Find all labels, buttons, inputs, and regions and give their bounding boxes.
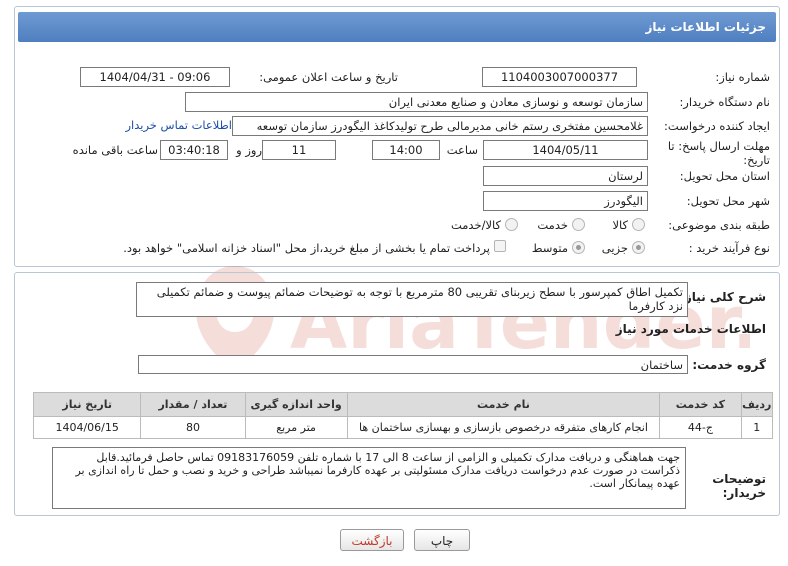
need-number-field[interactable]: 1104003007000377	[482, 67, 637, 87]
category-radio-goods[interactable]	[632, 218, 645, 231]
buyer-org-label: نام دستگاه خریدار:	[679, 95, 770, 109]
purchase-radio-medium[interactable]	[572, 241, 585, 254]
purchase-option-minor: جزیی	[601, 241, 628, 255]
col-date: تاریخ نیاز	[32, 392, 142, 417]
city-label: شهر محل تحویل:	[686, 194, 770, 208]
deadline-label: مهلت ارسال پاسخ: تا تاریخ:	[667, 139, 770, 167]
cell-unit: متر مربع	[244, 416, 348, 439]
province-label: استان محل تحویل:	[679, 169, 770, 183]
requester-label: ایجاد کننده درخواست:	[664, 119, 770, 133]
days-remaining-field[interactable]: 11	[262, 140, 336, 160]
announce-datetime-label: تاریخ و ساعت اعلان عمومی:	[259, 70, 398, 84]
buyer-org-field[interactable]: سازمان توسعه و نوسازی معادن و صنایع معدن…	[185, 92, 648, 112]
services-section-title: اطلاعات خدمات مورد نیاز	[615, 322, 766, 336]
cell-code: ج-44	[659, 416, 742, 439]
buyer-contact-link[interactable]: اطلاعات تماس خریدار	[110, 118, 232, 132]
col-name: نام خدمت	[346, 392, 661, 417]
services-table: ردیف کد خدمت نام خدمت واحد اندازه گیری ت…	[32, 392, 774, 439]
deadline-time-field[interactable]: 14:00	[372, 140, 440, 160]
treasury-payment-note: پرداخت تمام یا بخشی از مبلغ خرید،از محل …	[123, 241, 490, 255]
requester-field[interactable]: غلامحسین مفتخری رستم خانی مدیرمالی طرح ت…	[232, 116, 648, 136]
province-field[interactable]: لرستان	[483, 166, 648, 186]
cell-date: 1404/06/15	[32, 416, 142, 439]
print-button[interactable]: چاپ	[414, 529, 470, 551]
deadline-date-field[interactable]: 1404/05/11	[483, 140, 648, 160]
table-row: 1 ج-44 انجام کارهای متفرقه درخصوص بازساز…	[32, 416, 774, 439]
buyer-notes-textarea[interactable]: جهت هماهنگی و دریافت مدارک تکمیلی و الزا…	[52, 447, 686, 509]
category-option-goods-service: کالا/خدمت	[450, 218, 501, 232]
category-option-goods: کالا	[612, 218, 628, 232]
treasury-payment-checkbox[interactable]	[494, 240, 506, 252]
col-row: ردیف	[740, 392, 774, 417]
city-field[interactable]: الیگودرز	[483, 191, 648, 211]
deadline-time-label: ساعت	[446, 143, 478, 157]
category-radio-service[interactable]	[572, 218, 585, 231]
description-label: شرح کلی نیاز:	[680, 290, 766, 304]
purchase-radio-minor[interactable]	[632, 241, 645, 254]
announce-datetime-field[interactable]: 1404/04/31 - 09:06	[80, 67, 230, 87]
days-label: روز و	[236, 143, 262, 157]
remaining-time-field[interactable]: 03:40:18	[160, 140, 228, 160]
description-textarea[interactable]: تکمیل اطاق کمپرسور با سطح زیربنای تقریبی…	[136, 282, 688, 317]
cell-quantity: 80	[140, 416, 246, 439]
col-quantity: تعداد / مقدار	[140, 392, 246, 417]
col-code: کد خدمت	[659, 392, 742, 417]
remaining-label: ساعت باقی مانده	[72, 143, 158, 157]
back-button[interactable]: بازگشت	[340, 529, 404, 551]
cell-row: 1	[740, 416, 774, 439]
category-radio-goods-service[interactable]	[505, 218, 518, 231]
table-header-row: ردیف کد خدمت نام خدمت واحد اندازه گیری ت…	[32, 392, 774, 417]
col-unit: واحد اندازه گیری	[244, 392, 348, 417]
panel-header: جزئیات اطلاعات نیاز	[18, 12, 776, 42]
service-group-field[interactable]: ساختمان	[138, 355, 688, 374]
purchase-option-medium: متوسط	[531, 241, 568, 255]
purchase-type-label: نوع فرآیند خرید :	[688, 241, 770, 255]
cell-name: انجام کارهای متفرقه درخصوص بازسازی و بهس…	[346, 416, 661, 439]
need-number-label: شماره نیاز:	[715, 70, 770, 84]
buyer-notes-label: توضیحات خریدار:	[712, 472, 766, 500]
service-group-label: گروه خدمت:	[692, 358, 766, 372]
category-option-service: خدمت	[537, 218, 568, 232]
category-label: طبقه بندی موضوعی:	[668, 218, 770, 232]
